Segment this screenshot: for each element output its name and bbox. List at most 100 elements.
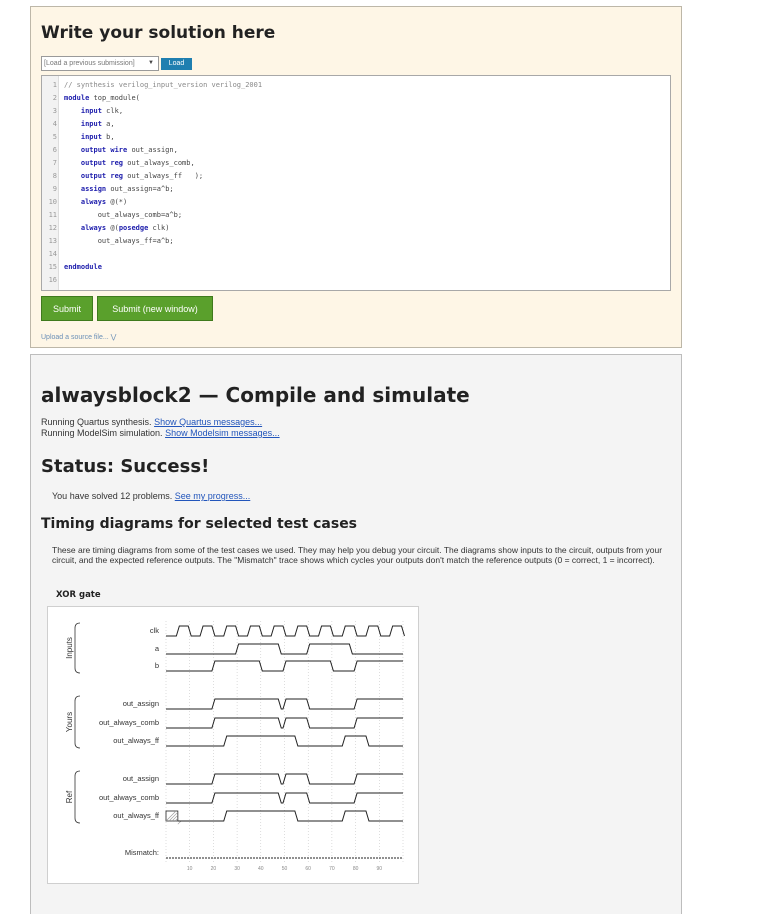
previous-submission-select[interactable]: [Load a previous submission] ▼ — [41, 56, 159, 71]
line-number: 5 — [52, 133, 57, 141]
upload-source-file-label: Upload a source file... — [41, 334, 109, 341]
ref-ff-hatch — [171, 814, 179, 822]
code-text: input a, — [80, 120, 115, 128]
quartus-message: Running Quartus synthesis. Show Quartus … — [41, 417, 262, 427]
chevron-down-icon: ▼ — [148, 60, 154, 66]
code-text: output wire out_assign, — [80, 146, 178, 154]
see-my-progress-link[interactable]: See my progress... — [175, 491, 251, 501]
ref-ff-hatch — [165, 810, 177, 822]
modelsim-text: Running ModelSim simulation. — [41, 428, 166, 438]
line-number: 7 — [52, 159, 57, 167]
signal-label: out_always_ff — [113, 811, 160, 820]
line-number: 1 — [52, 81, 57, 89]
line-number: 11 — [48, 211, 57, 219]
ref-out-assign-wave — [166, 773, 403, 785]
submit-button[interactable]: Submit — [41, 296, 93, 321]
group-label-inputs: Inputs — [65, 637, 74, 659]
show-modelsim-messages-link[interactable]: Show Modelsim messages... — [165, 428, 280, 438]
signal-label: clk — [150, 626, 159, 635]
code-line: 3 input clk, — [42, 105, 670, 118]
code-text: input b, — [80, 133, 115, 141]
signal-label: b — [155, 661, 159, 670]
editor-heading: Write your solution here — [41, 23, 276, 43]
clk-wave — [166, 625, 405, 637]
code-line: 5 input b, — [42, 131, 670, 144]
line-number: 10 — [48, 198, 57, 206]
code-line: 15 endmodule — [42, 261, 670, 274]
group-label-yours: Yours — [65, 712, 74, 732]
code-line: 9 assign out_assign=a^b; — [42, 183, 670, 196]
show-quartus-messages-link[interactable]: Show Quartus messages... — [154, 417, 262, 427]
signal-label: out_always_comb — [99, 793, 159, 802]
signal-label: Mismatch: — [125, 848, 159, 857]
code-line: 6 output wire out_assign, — [42, 144, 670, 157]
code-text: endmodule — [64, 263, 102, 271]
code-text: always @(*) — [80, 198, 128, 206]
solved-text: You have solved 12 problems. — [52, 491, 175, 501]
line-number: 13 — [48, 237, 57, 245]
code-text: assign out_assign=a^b; — [80, 185, 174, 193]
code-text: module top_module( — [64, 94, 140, 102]
waveform-svg: Inputs Yours Ref clk ab out_assign out_always_… — [65, 621, 405, 872]
diagram-title: XOR gate — [56, 590, 101, 600]
signal-label: out_assign — [123, 774, 159, 783]
line-number: 8 — [52, 172, 57, 180]
time-tick-label: 20 — [211, 866, 217, 872]
line-number: 9 — [52, 185, 57, 193]
status-heading: Status: Success! — [41, 456, 210, 477]
previous-submission-select-value: [Load a previous submission] — [44, 60, 135, 67]
line-number: 2 — [52, 94, 57, 102]
editor-panel: Write your solution here [Load a previou… — [30, 6, 682, 348]
modelsim-message: Running ModelSim simulation. Show Models… — [41, 428, 280, 438]
code-line: 14 — [42, 248, 670, 261]
line-number: 3 — [52, 107, 57, 115]
time-tick-label: 10 — [187, 866, 193, 872]
line-number: 4 — [52, 120, 57, 128]
code-line: 11 out_always_comb=a^b; — [42, 209, 670, 222]
signal-label: a — [155, 644, 160, 653]
code-text: out_always_ff=a^b; — [97, 237, 174, 245]
code-text: output reg out_always_ff ); — [80, 172, 204, 180]
signal-label: out_always_ff — [113, 736, 160, 745]
code-line: 2 module top_module( — [42, 92, 670, 105]
group-bracket — [74, 622, 81, 674]
submit-new-window-button[interactable]: Submit (new window) — [97, 296, 213, 321]
time-tick-label: 90 — [377, 866, 383, 872]
ref-out-always-ff-wave — [177, 810, 403, 822]
code-line: 10 always @(*) — [42, 196, 670, 209]
upload-source-file-link[interactable]: Upload a source file... ⋁ — [41, 333, 116, 341]
code-line: 8 output reg out_always_ff ); — [42, 170, 670, 183]
timing-diagrams-description: These are timing diagrams from some of t… — [52, 545, 663, 565]
group-bracket — [74, 695, 81, 749]
waveform-diagram: Inputs Yours Ref clk a b out_assign out_always_… — [47, 606, 419, 884]
ref-ff-hatch — [174, 817, 179, 822]
load-button[interactable]: Load — [161, 58, 192, 70]
time-tick-label: 70 — [329, 866, 335, 872]
chevron-down-icon: ⋁ — [110, 334, 117, 341]
time-tick-label: 80 — [353, 866, 359, 872]
time-tick-label: 50 — [282, 866, 288, 872]
line-number: 12 — [48, 224, 57, 232]
code-text: output reg out_always_comb, — [80, 159, 195, 167]
solved-count-text: You have solved 12 problems. See my prog… — [52, 491, 250, 501]
group-bracket — [74, 770, 81, 824]
line-number: 14 — [48, 250, 57, 258]
time-tick-label: 60 — [305, 866, 311, 872]
code-editor[interactable]: 1 // synthesis verilog_input_version veri… — [41, 75, 671, 291]
line-number: 15 — [48, 263, 57, 271]
line-number: 16 — [48, 276, 57, 284]
quartus-text: Running Quartus synthesis. — [41, 417, 155, 427]
code-text: input clk, — [80, 107, 124, 115]
code-line: 4 input a, — [42, 118, 670, 131]
code-line: 7 output reg out_always_comb, — [42, 157, 670, 170]
out-assign-wave — [166, 698, 403, 710]
time-tick-label: 30 — [234, 866, 240, 872]
signal-label: out_always_comb — [99, 718, 159, 727]
result-title: alwaysblock2 — Compile and simulate — [41, 383, 470, 407]
code-text: out_always_comb=a^b; — [97, 211, 183, 219]
line-number: 6 — [52, 146, 57, 154]
code-line: 16 — [42, 274, 670, 287]
code-line: 13 out_always_ff=a^b; — [42, 235, 670, 248]
timing-diagrams-heading: Timing diagrams for selected test cases — [41, 516, 358, 532]
code-text: // synthesis verilog_input_version veril… — [64, 81, 263, 89]
